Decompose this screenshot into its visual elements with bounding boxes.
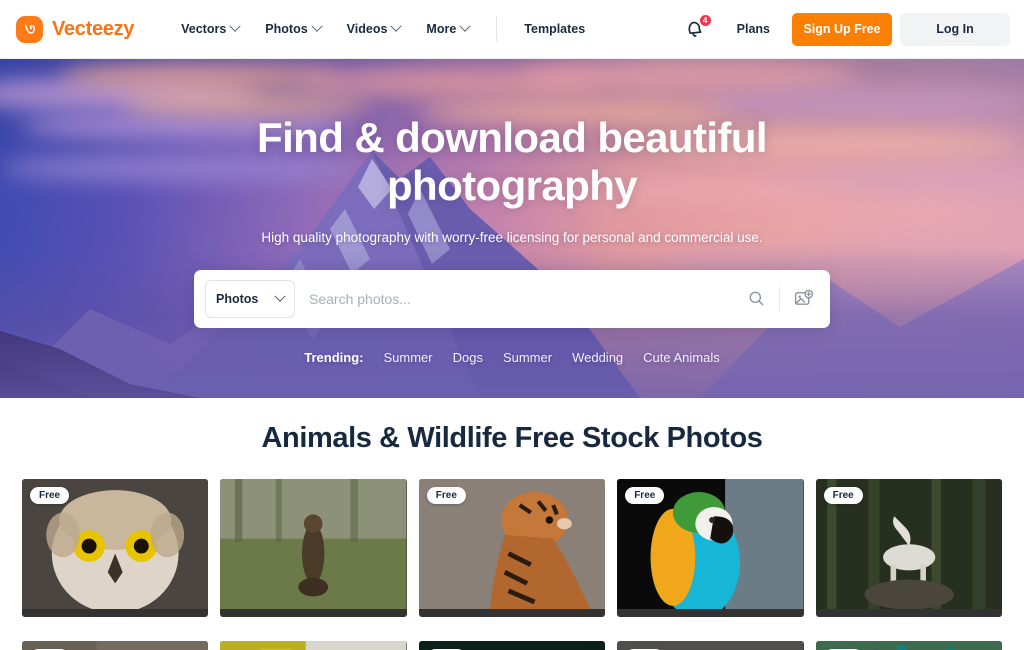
nav-item-photos[interactable]: Photos <box>252 16 333 42</box>
chevron-down-icon <box>390 20 403 32</box>
search-category-select[interactable]: Photos <box>205 279 295 318</box>
photo-card-gray-animal[interactable]: Free <box>617 641 804 650</box>
hero-content: Find & download beautiful photography Hi… <box>0 59 1024 365</box>
nav-item-label: More <box>426 22 457 36</box>
photo-card-yellow-bird[interactable] <box>220 641 407 650</box>
chevron-down-icon <box>229 20 241 32</box>
nav-item-label: Photos <box>265 22 308 36</box>
free-badge: Free <box>823 487 863 504</box>
chevron-down-icon <box>310 20 323 32</box>
nav-divider <box>496 16 498 42</box>
chevron-down-icon <box>274 290 286 302</box>
photo-card-macaw[interactable]: Free <box>617 479 804 617</box>
nav-item-videos[interactable]: Videos <box>334 16 414 42</box>
search-submit-button[interactable] <box>739 282 773 316</box>
free-badge: Free <box>426 487 466 504</box>
photo-card-peacock[interactable]: Free <box>815 641 1002 650</box>
trending-item-3[interactable]: Summer <box>503 350 552 365</box>
trending-row: Trending: Summer Dogs Summer Wedding Cut… <box>0 350 1024 365</box>
nav-item-vectors[interactable]: Vectors <box>168 16 252 42</box>
hero-title: Find & download beautiful photography <box>232 114 792 210</box>
search-input[interactable] <box>295 278 739 319</box>
vecteezy-bird-logo-icon <box>16 15 43 43</box>
notification-count-badge: 4 <box>698 14 712 27</box>
chevron-down-icon <box>459 20 471 32</box>
trending-label: Trending: <box>304 349 364 365</box>
photo-grid-row-1: Free Free Free Free <box>0 479 1024 617</box>
free-badge: Free <box>30 487 70 504</box>
trending-item-5[interactable]: Cute Animals <box>643 350 720 365</box>
nav-item-label: Vectors <box>181 22 227 36</box>
search-divider <box>779 286 780 311</box>
trending-item-1[interactable]: Summer <box>383 350 432 365</box>
photo-card-bear[interactable] <box>220 479 407 617</box>
sign-up-free-button[interactable]: Sign Up Free <box>792 12 892 46</box>
photo-grid-row-2: Free Free Free <box>0 641 1024 650</box>
photo-card-wolf[interactable]: Free <box>815 479 1002 617</box>
hero-title-line2: photography <box>386 161 638 209</box>
nav-item-templates[interactable]: Templates <box>511 16 598 42</box>
main-content: Animals & Wildlife Free Stock Photos Fre… <box>0 422 1024 650</box>
photo-card-owl[interactable]: Free <box>22 479 209 617</box>
hero-subtitle: High quality photography with worry-free… <box>261 229 763 245</box>
nav-item-label: Templates <box>524 22 586 36</box>
plans-link[interactable]: Plans <box>737 22 770 36</box>
image-search-button[interactable] <box>786 282 820 316</box>
nav-item-label: Videos <box>346 22 388 36</box>
search-icon <box>749 291 764 306</box>
photo-card-tiger[interactable]: Free <box>418 479 606 617</box>
photo-card-fox[interactable]: Free <box>22 641 209 650</box>
nav-item-more[interactable]: More <box>413 16 482 42</box>
trending-item-2[interactable]: Dogs <box>453 350 483 365</box>
free-badge: Free <box>625 487 665 504</box>
logo-text: Vecteezy <box>52 17 135 40</box>
photo-thumbnail <box>220 641 407 650</box>
trending-item-4[interactable]: Wedding <box>572 350 623 365</box>
search-bar: Photos <box>194 269 830 328</box>
page-title: Animals & Wildlife Free Stock Photos <box>261 422 763 454</box>
hero-banner: Find & download beautiful photography Hi… <box>0 59 1024 398</box>
header-actions: 4 Plans Sign Up Free Log In <box>683 12 1010 46</box>
main-nav: Vectors Photos Videos More Templates <box>168 16 598 42</box>
hero-title-line1: Find & download beautiful <box>257 114 768 161</box>
site-header: Vecteezy Vectors Photos Videos More Temp… <box>0 0 1024 59</box>
image-search-icon <box>794 290 813 306</box>
logo[interactable]: Vecteezy <box>16 15 135 43</box>
search-category-value: Photos <box>216 291 259 306</box>
photo-thumbnail <box>220 479 407 610</box>
notification-bell-button[interactable]: 4 <box>683 14 712 42</box>
photo-card-dark-green[interactable]: Free <box>418 641 606 650</box>
log-in-button[interactable]: Log In <box>900 12 1010 46</box>
